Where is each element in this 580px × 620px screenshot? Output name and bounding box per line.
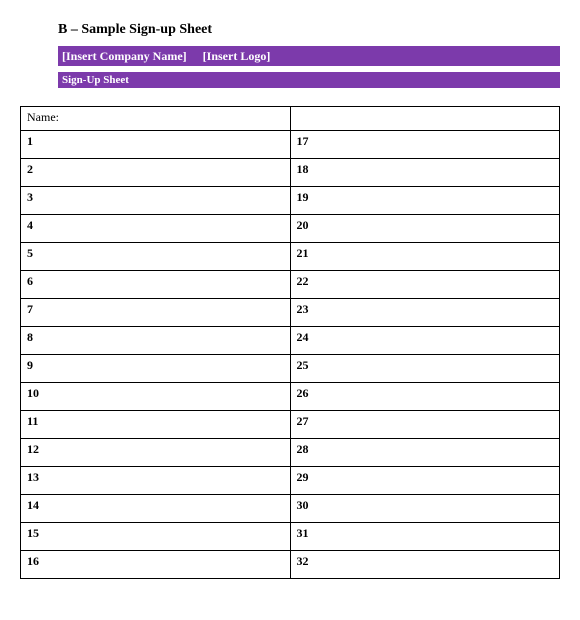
row-number: 1 <box>21 131 291 159</box>
row-number: 21 <box>290 243 560 271</box>
table-row: 622 <box>21 271 560 299</box>
row-number: 6 <box>21 271 291 299</box>
signup-table: Name: 117 218 319 420 521 622 723 824 92… <box>20 106 560 579</box>
row-number: 27 <box>290 411 560 439</box>
table-row: 1531 <box>21 523 560 551</box>
company-banner: [Insert Company Name] [Insert Logo] <box>58 46 560 66</box>
table-row: 1632 <box>21 551 560 579</box>
row-number: 22 <box>290 271 560 299</box>
table-row: 925 <box>21 355 560 383</box>
row-number: 17 <box>290 131 560 159</box>
row-number: 24 <box>290 327 560 355</box>
row-number: 8 <box>21 327 291 355</box>
company-name-placeholder: [Insert Company Name] <box>62 49 187 64</box>
table-row: 824 <box>21 327 560 355</box>
table-row: 1127 <box>21 411 560 439</box>
table-row: 1329 <box>21 467 560 495</box>
table-row: 319 <box>21 187 560 215</box>
row-number: 9 <box>21 355 291 383</box>
empty-header <box>290 107 560 131</box>
row-number: 4 <box>21 215 291 243</box>
row-number: 3 <box>21 187 291 215</box>
row-number: 5 <box>21 243 291 271</box>
logo-placeholder: [Insert Logo] <box>203 49 271 64</box>
row-number: 13 <box>21 467 291 495</box>
row-number: 15 <box>21 523 291 551</box>
row-number: 14 <box>21 495 291 523</box>
row-number: 20 <box>290 215 560 243</box>
row-number: 23 <box>290 299 560 327</box>
signup-subbanner: Sign-Up Sheet <box>58 72 560 88</box>
row-number: 26 <box>290 383 560 411</box>
row-number: 7 <box>21 299 291 327</box>
table-header-row: Name: <box>21 107 560 131</box>
document-title: B – Sample Sign-up Sheet <box>58 22 560 38</box>
row-number: 32 <box>290 551 560 579</box>
table-row: 1026 <box>21 383 560 411</box>
table-row: 1430 <box>21 495 560 523</box>
signup-label: Sign-Up Sheet <box>62 74 129 86</box>
row-number: 31 <box>290 523 560 551</box>
table-row: 117 <box>21 131 560 159</box>
table-row: 420 <box>21 215 560 243</box>
row-number: 30 <box>290 495 560 523</box>
row-number: 12 <box>21 439 291 467</box>
row-number: 18 <box>290 159 560 187</box>
name-header: Name: <box>21 107 291 131</box>
row-number: 2 <box>21 159 291 187</box>
row-number: 10 <box>21 383 291 411</box>
row-number: 11 <box>21 411 291 439</box>
table-row: 218 <box>21 159 560 187</box>
table-row: 1228 <box>21 439 560 467</box>
row-number: 25 <box>290 355 560 383</box>
row-number: 19 <box>290 187 560 215</box>
row-number: 16 <box>21 551 291 579</box>
row-number: 28 <box>290 439 560 467</box>
table-row: 521 <box>21 243 560 271</box>
row-number: 29 <box>290 467 560 495</box>
table-row: 723 <box>21 299 560 327</box>
